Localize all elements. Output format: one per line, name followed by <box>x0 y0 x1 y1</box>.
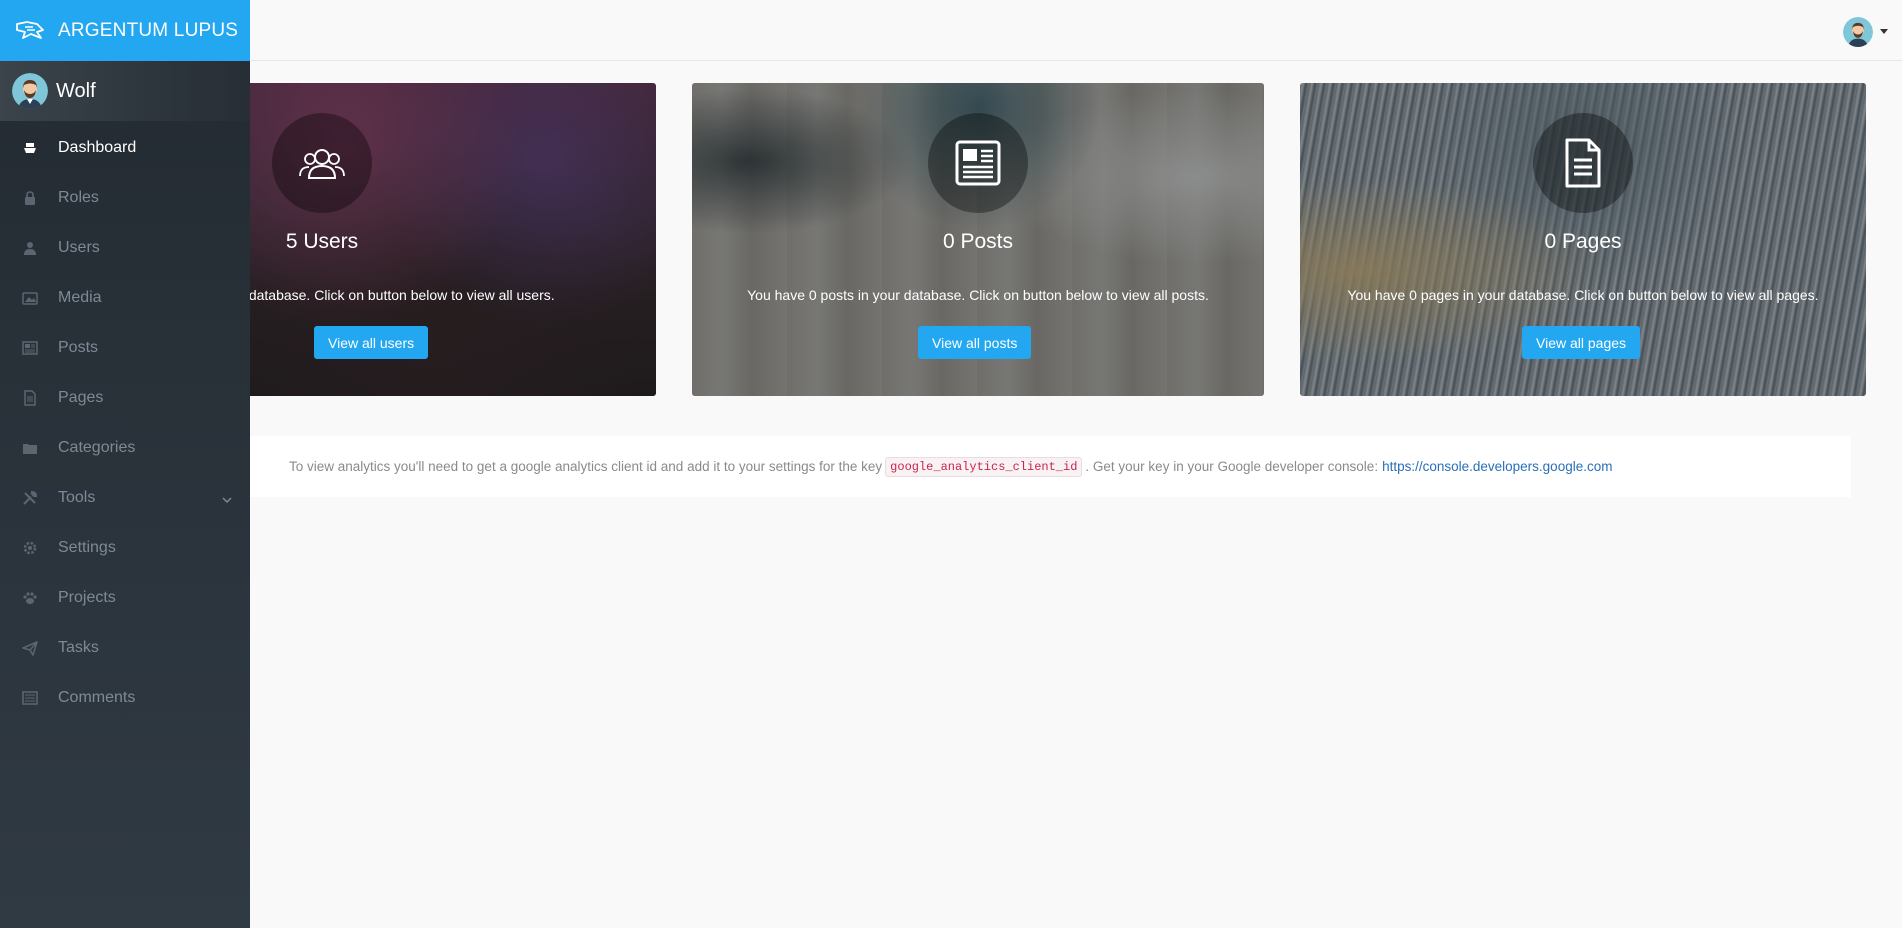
sidebar-item-label: Users <box>58 239 100 256</box>
sidebar-item-comments[interactable]: Comments <box>0 673 250 723</box>
document-icon <box>1533 113 1633 213</box>
pages-count-title: 0 Pages <box>1544 230 1622 253</box>
google-console-link[interactable]: https://console.developers.google.com <box>1382 459 1612 474</box>
sidebar: ARGENTUM LUPUS Wolf Dashboard Roles User… <box>0 0 250 928</box>
user-profile[interactable]: Wolf <box>0 61 250 121</box>
group-icon <box>272 113 372 213</box>
list-icon <box>20 689 39 708</box>
view-all-posts-button[interactable]: View all posts <box>918 326 1032 359</box>
view-all-users-button[interactable]: View all users <box>314 326 429 359</box>
sidebar-item-label: Dashboard <box>58 139 137 156</box>
brand-name: ARGENTUM LUPUS <box>58 19 239 41</box>
boat-icon <box>20 139 39 158</box>
users-card: 5 Users You have 5 users in your databas… <box>210 83 656 396</box>
sidebar-item-roles[interactable]: Roles <box>0 173 250 223</box>
user-name: Wolf <box>56 79 96 102</box>
sidebar-item-posts[interactable]: Posts <box>0 323 250 373</box>
folder-icon <box>20 439 39 458</box>
paw-icon <box>20 589 39 608</box>
sidebar-item-media[interactable]: Media <box>0 273 250 323</box>
sidebar-item-users[interactable]: Users <box>0 223 250 273</box>
newspaper-icon <box>928 113 1028 213</box>
news-icon <box>20 339 39 358</box>
chevron-down-icon <box>222 491 232 509</box>
users-description: You have 5 users in your database. Click… <box>210 287 555 303</box>
sidebar-item-categories[interactable]: Categories <box>0 423 250 473</box>
posts-card: 0 Posts You have 0 posts in your databas… <box>692 83 1264 396</box>
gear-icon <box>20 539 39 558</box>
sidebar-item-label: Tasks <box>58 639 99 656</box>
sidebar-item-label: Pages <box>58 389 104 406</box>
sidebar-item-label: Settings <box>58 539 116 556</box>
sidebar-item-tools[interactable]: Tools <box>0 473 250 523</box>
sidebar-item-label: Roles <box>58 189 99 206</box>
brand[interactable]: ARGENTUM LUPUS <box>0 0 250 61</box>
sidebar-item-projects[interactable]: Projects <box>0 573 250 623</box>
image-icon <box>20 289 39 308</box>
sidebar-item-pages[interactable]: Pages <box>0 373 250 423</box>
wolf-logo-icon <box>14 19 46 43</box>
posts-count-title: 0 Posts <box>942 230 1014 253</box>
avatar[interactable] <box>1843 17 1873 47</box>
view-all-pages-button[interactable]: View all pages <box>1522 326 1641 359</box>
tools-icon <box>20 489 39 508</box>
caret-down-icon[interactable] <box>1880 29 1888 34</box>
sidebar-item-label: Categories <box>58 439 136 456</box>
topbar <box>250 0 1902 61</box>
lock-icon <box>20 189 39 208</box>
paper-plane-icon <box>20 639 39 658</box>
sidebar-item-label: Projects <box>58 589 116 606</box>
analytics-text-before: To view analytics you'll need to get a g… <box>289 459 883 474</box>
analytics-text-after: . Get your key in your Google developer … <box>1085 459 1379 474</box>
sidebar-item-settings[interactable]: Settings <box>0 523 250 573</box>
sidebar-item-tasks[interactable]: Tasks <box>0 623 250 673</box>
sidebar-item-label: Media <box>58 289 102 306</box>
analytics-key-code: google_analytics_client_id <box>885 456 1083 477</box>
sidebar-item-label: Comments <box>58 689 136 706</box>
file-text-icon <box>20 389 39 408</box>
sidebar-nav: Dashboard Roles Users Media Posts Pages … <box>0 123 250 723</box>
sidebar-item-label: Tools <box>58 489 96 506</box>
pages-description: You have 0 pages in your database. Click… <box>1347 287 1819 303</box>
sidebar-item-dashboard[interactable]: Dashboard <box>0 123 250 173</box>
analytics-notice: To view analytics you'll need to get a g… <box>250 436 1851 497</box>
pages-card: 0 Pages You have 0 pages in your databas… <box>1300 83 1866 396</box>
posts-description: You have 0 posts in your database. Click… <box>747 287 1209 303</box>
avatar <box>12 73 48 109</box>
sidebar-item-label: Posts <box>58 339 99 356</box>
person-icon <box>20 239 39 258</box>
